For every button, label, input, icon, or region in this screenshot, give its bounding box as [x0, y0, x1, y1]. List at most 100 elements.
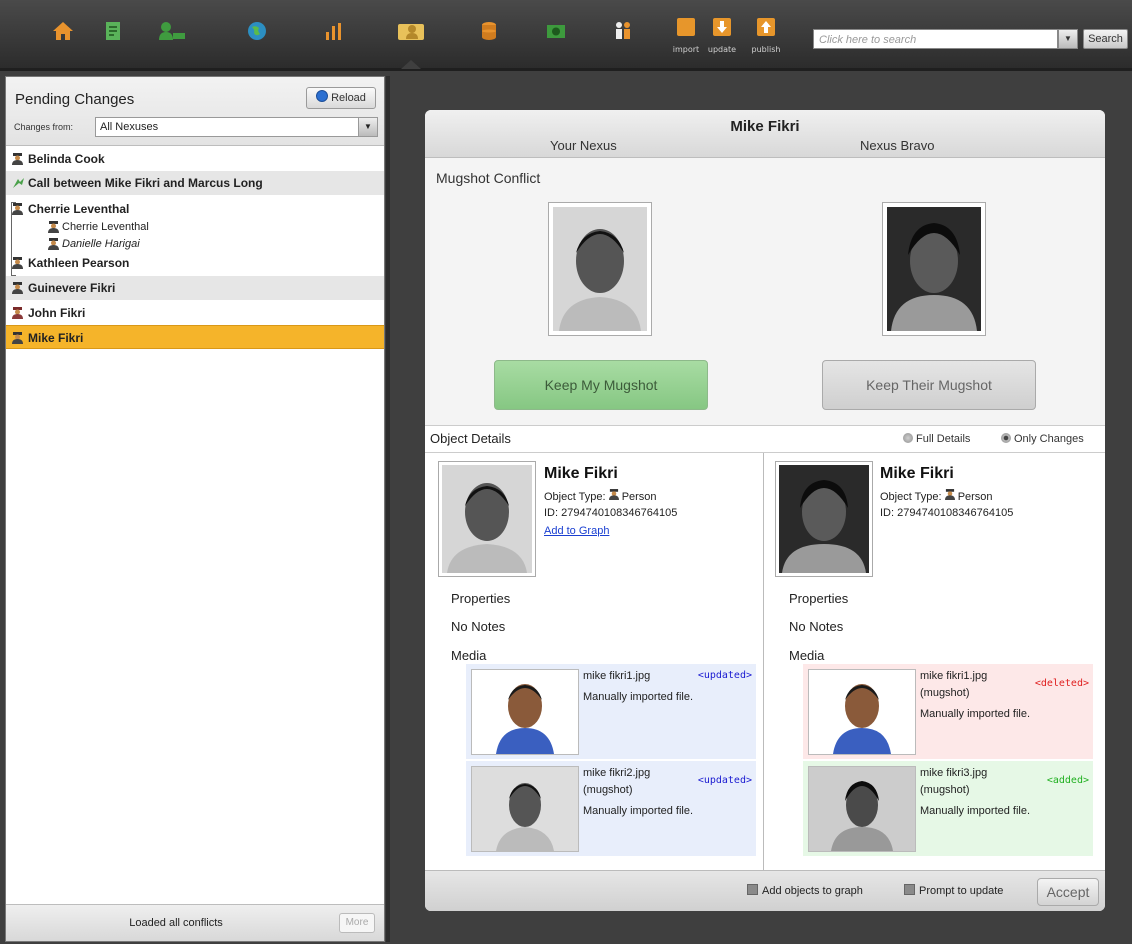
panel-title: Pending Changes — [15, 91, 135, 108]
object-type-value: Person — [957, 491, 993, 503]
search-dropdown-button[interactable]: ▼ — [1058, 29, 1078, 49]
right-object-type: Object Type: Person — [880, 489, 993, 503]
right-column-title: Nexus Bravo — [860, 138, 935, 153]
media-status-tag: <updated> — [697, 775, 752, 786]
changes-from-select[interactable]: All Nexuses ▼ — [95, 117, 378, 137]
list-item-label: Mike Fikri — [28, 331, 84, 345]
reload-icon — [316, 90, 329, 102]
report-icon[interactable] — [102, 20, 124, 42]
section-title: Mugshot Conflict — [436, 170, 541, 186]
accept-button[interactable]: Accept — [1037, 878, 1099, 906]
changes-from-value: All Nexuses — [100, 121, 159, 133]
list-subitem-label: Cherrie Leventhal — [62, 221, 149, 233]
media-item[interactable]: mike fikri3.jpg (mugshot) Manually impor… — [803, 761, 1093, 856]
import-icon — [677, 18, 695, 36]
left-column-title: Your Nexus — [550, 138, 617, 153]
globe-icon[interactable] — [246, 20, 268, 42]
only-changes-label: Only Changes — [1014, 433, 1084, 445]
list-item[interactable]: Guinevere Fikri — [6, 276, 384, 300]
panel-splitter[interactable] — [386, 76, 390, 942]
list-item[interactable]: Kathleen Pearson — [6, 251, 384, 275]
object-details-header: Object Details Full Details Only Changes — [425, 426, 1105, 453]
full-details-radio[interactable]: Full Details — [903, 433, 970, 445]
media-item[interactable]: mike fikri2.jpg (mugshot) Manually impor… — [466, 761, 756, 856]
person-icon — [12, 307, 23, 319]
add-to-graph-link[interactable]: Add to Graph — [544, 525, 609, 537]
media-thumbnail — [471, 766, 579, 852]
person-icon — [944, 489, 955, 500]
object-type-label: Object Type: — [880, 491, 942, 503]
dialog-title: Mike Fikri — [730, 118, 800, 135]
arrow-down-icon — [713, 18, 731, 36]
media-thumbnail — [471, 669, 579, 755]
media-subtitle: (mugshot) — [583, 784, 633, 796]
right-object-name: Mike Fikri — [880, 465, 954, 482]
bar-chart-icon[interactable] — [323, 20, 345, 42]
home-icon[interactable] — [52, 20, 74, 42]
person-icon — [48, 238, 59, 250]
media-status-tag: <added> — [1046, 775, 1089, 786]
panel-header: Pending Changes Reload Changes from: All… — [6, 77, 384, 146]
person-icon — [608, 489, 619, 500]
right-notes-heading: No Notes — [789, 619, 844, 634]
checkbox-icon — [904, 884, 915, 895]
prompt-update-checkbox[interactable]: Prompt to update — [904, 884, 1003, 897]
search-button[interactable]: Search — [1083, 29, 1128, 49]
media-subtitle: (mugshot) — [920, 784, 970, 796]
more-button[interactable]: More — [339, 913, 375, 933]
media-filename: mike fikri1.jpg — [583, 670, 651, 682]
list-item-selected[interactable]: Mike Fikri — [6, 325, 384, 349]
list-item-label: Cherrie Leventhal — [28, 202, 130, 216]
people-card-icon[interactable] — [397, 20, 425, 42]
left-properties-heading: Properties — [451, 591, 511, 606]
publish-button[interactable]: publish — [752, 18, 780, 54]
media-filename: mike fikri3.jpg — [920, 767, 988, 779]
reload-label: Reload — [331, 92, 366, 104]
update-button[interactable]: update — [708, 18, 736, 54]
object-details-title: Object Details — [430, 431, 511, 446]
only-changes-radio[interactable]: Only Changes — [1001, 433, 1084, 445]
update-label: update — [707, 45, 737, 54]
person-icon — [12, 332, 23, 344]
their-mugshot-image — [882, 202, 986, 336]
search-input[interactable]: Click here to search — [813, 29, 1058, 49]
person-icon — [12, 257, 23, 269]
pending-changes-panel: Pending Changes Reload Changes from: All… — [5, 76, 385, 942]
media-thumbnail — [808, 669, 916, 755]
user-add-icon[interactable] — [158, 20, 186, 42]
list-item-label: Kathleen Pearson — [28, 256, 130, 270]
checkbox-icon — [747, 884, 758, 895]
person-icon — [12, 282, 23, 294]
reload-button[interactable]: Reload — [306, 87, 376, 109]
panel-footer: Loaded all conflicts More — [6, 904, 384, 941]
object-type-value: Person — [621, 491, 657, 503]
object-type-label: Object Type: — [544, 491, 606, 503]
media-item[interactable]: mike fikri1.jpg Manually imported file. … — [466, 664, 756, 759]
phone-call-icon — [13, 178, 24, 188]
list-item[interactable]: John Fikri — [6, 301, 384, 325]
arrow-up-icon — [757, 18, 775, 36]
list-item[interactable]: Belinda Cook — [6, 147, 384, 171]
list-item-label: Call between Mike Fikri and Marcus Long — [28, 176, 263, 190]
camera-icon[interactable] — [545, 20, 567, 42]
import-button[interactable]: import — [673, 18, 699, 54]
media-item[interactable]: mike fikri1.jpg (mugshot) Manually impor… — [803, 664, 1093, 759]
conflict-dialog: Mike Fikri Your Nexus Nexus Bravo Mugsho… — [425, 110, 1105, 911]
changes-from-label: Changes from: — [14, 122, 74, 132]
dialog-footer: Add objects to graph Prompt to update Ac… — [425, 870, 1105, 911]
list-item[interactable]: Cherrie Leventhal — [6, 197, 384, 221]
prompt-update-label: Prompt to update — [919, 885, 1004, 897]
keep-their-mugshot-button[interactable]: Keep Their Mugshot — [822, 360, 1036, 410]
add-objects-checkbox[interactable]: Add objects to graph — [747, 884, 863, 897]
database-icon[interactable] — [478, 20, 500, 42]
keep-my-mugshot-button[interactable]: Keep My Mugshot — [494, 360, 708, 410]
left-object-photo — [438, 461, 536, 577]
list-subitem[interactable]: Danielle Harigai — [48, 237, 140, 251]
right-media-heading: Media — [789, 648, 825, 663]
list-subitem[interactable]: Cherrie Leventhal — [48, 220, 149, 234]
left-object-name: Mike Fikri — [544, 465, 618, 482]
list-item[interactable]: Call between Mike Fikri and Marcus Long — [6, 171, 384, 195]
group-icon[interactable] — [612, 20, 634, 42]
list-subitem-label: Danielle Harigai — [62, 238, 140, 250]
radio-icon — [903, 433, 913, 443]
